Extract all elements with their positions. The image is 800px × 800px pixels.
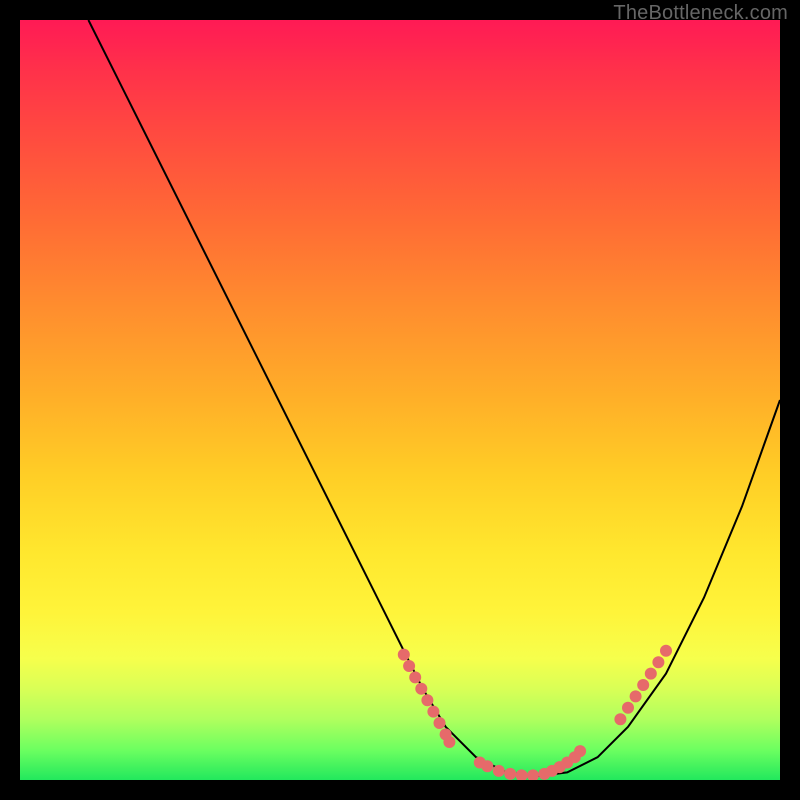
highlight-dot <box>427 706 439 718</box>
highlight-dot <box>434 717 446 729</box>
highlight-dot <box>443 736 455 748</box>
highlight-dots <box>398 645 672 780</box>
bottleneck-curve <box>88 20 780 776</box>
highlight-dot <box>614 713 626 725</box>
chart-container: TheBottleneck.com <box>0 0 800 800</box>
highlight-dot <box>421 694 433 706</box>
highlight-dot <box>504 768 516 780</box>
highlight-dot <box>409 671 421 683</box>
highlight-dot <box>660 645 672 657</box>
highlight-dot <box>637 679 649 691</box>
watermark-text: TheBottleneck.com <box>613 2 788 25</box>
highlight-dot <box>398 649 410 661</box>
highlight-dot <box>516 769 528 780</box>
highlight-dot <box>403 660 415 672</box>
highlight-dot <box>415 683 427 695</box>
plot-area <box>20 20 780 780</box>
highlight-dot <box>645 668 657 680</box>
highlight-dot <box>630 690 642 702</box>
highlight-dot <box>574 745 586 757</box>
chart-svg <box>20 20 780 780</box>
highlight-dot <box>622 702 634 714</box>
highlight-dot <box>652 656 664 668</box>
highlight-dot <box>481 760 493 772</box>
highlight-dot <box>527 769 539 780</box>
highlight-dot <box>493 765 505 777</box>
